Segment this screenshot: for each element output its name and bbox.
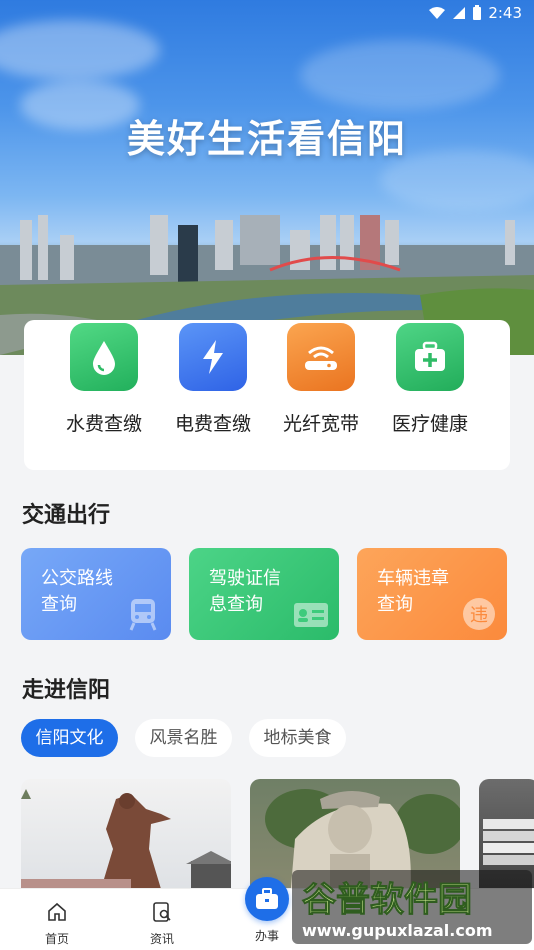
cell-signal-icon: [453, 7, 466, 19]
transport-section-title: 交通出行: [22, 503, 111, 528]
service-water[interactable]: 水费查缴: [49, 323, 159, 436]
card-line1: 公交路线: [41, 568, 113, 589]
service-label: 电费查缴: [174, 413, 251, 435]
svg-text:www.gupuxlazal.com: www.gupuxlazal.com: [302, 921, 493, 940]
culture-photo-statue[interactable]: [21, 779, 231, 899]
news-search-icon: [153, 902, 171, 922]
battery-icon: [473, 5, 482, 20]
bus-icon: [129, 599, 157, 631]
nav-label: 首页: [44, 932, 69, 946]
explore-section-title: 走进信阳: [22, 678, 111, 703]
water-drop-icon: [70, 323, 138, 391]
service-electricity[interactable]: 电费查缴: [158, 323, 268, 436]
hero-title: 美好生活看信阳: [126, 117, 407, 161]
service-label: 光纤宽带: [282, 413, 359, 435]
hero-banner: 2:43 美好生活看信阳: [0, 0, 534, 355]
vehicle-violation-card[interactable]: 车辆违章 查询 违: [357, 548, 507, 640]
id-card-icon: [294, 603, 328, 627]
tab-scenery[interactable]: 风景名胜: [135, 719, 232, 757]
bus-route-card[interactable]: 公交路线 查询: [21, 548, 171, 640]
nav-label: 资讯: [149, 932, 174, 946]
briefcase-icon: [256, 888, 278, 909]
lightning-icon: [179, 323, 247, 391]
service-broadband[interactable]: 光纤宽带: [266, 323, 376, 436]
services-card: 水费查缴 电费查缴 光纤宽带 医疗健康: [24, 320, 510, 470]
status-bar: 2:43: [0, 0, 534, 28]
service-label: 医疗健康: [391, 413, 468, 435]
app-screen: 2:43 美好生活看信阳 水费查缴 电费查缴 光纤宽带 医疗健康 交通出行 公交…: [0, 0, 534, 950]
driver-license-card[interactable]: 驾驶证信 息查询: [189, 548, 339, 640]
nav-services-button[interactable]: [245, 877, 289, 921]
tab-food[interactable]: 地标美食: [249, 719, 346, 757]
tab-culture[interactable]: 信阳文化: [21, 719, 118, 757]
service-medical[interactable]: 医疗健康: [375, 323, 485, 436]
watermark-logo: 谷普软件园 www.gupuxlazal.com: [292, 870, 532, 944]
status-time: 2:43: [488, 4, 522, 22]
wifi-signal-icon: [429, 7, 446, 19]
card-line1: 驾驶证信: [209, 568, 281, 589]
wifi-router-icon: [287, 323, 355, 391]
svg-text:违: 违: [470, 605, 488, 626]
card-line1: 车辆违章: [377, 568, 449, 589]
nav-news[interactable]: 资讯: [127, 889, 197, 947]
nav-home[interactable]: 首页: [22, 889, 92, 947]
home-icon: [48, 902, 66, 921]
violation-icon: 违: [463, 598, 495, 630]
service-label: 水费查缴: [65, 413, 142, 435]
svg-text:谷普软件园: 谷普软件园: [302, 880, 472, 920]
statue-image: [21, 789, 231, 899]
medical-kit-icon: [396, 323, 464, 391]
